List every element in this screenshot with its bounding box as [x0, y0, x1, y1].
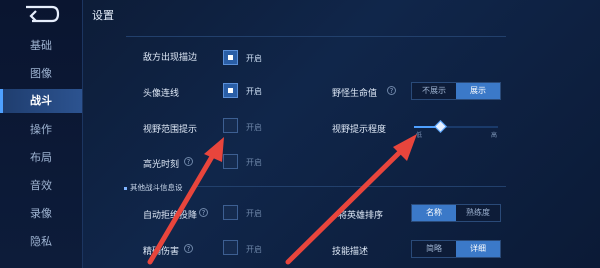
arrow-vision-level	[285, 134, 417, 265]
annotation-arrows	[147, 134, 417, 265]
arrow-vision-range	[147, 137, 224, 265]
